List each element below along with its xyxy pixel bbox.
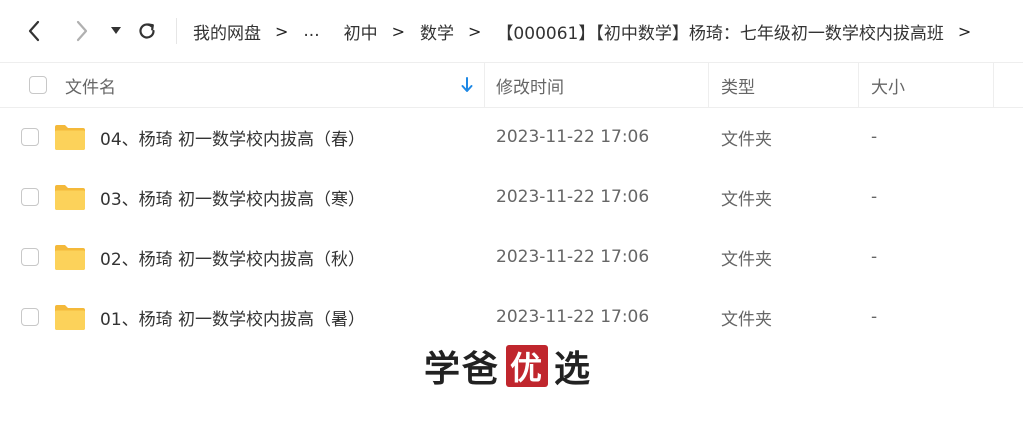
column-header-name-label: 文件名: [65, 77, 116, 98]
file-modified: 2023-11-22 17:06: [496, 127, 650, 147]
file-size: -: [871, 307, 878, 327]
history-dropdown-button[interactable]: [108, 17, 124, 45]
chevron-left-icon: [28, 20, 40, 42]
file-modified: 2023-11-22 17:06: [496, 247, 650, 267]
file-modified: 2023-11-22 17:06: [496, 187, 650, 207]
breadcrumb-item-root[interactable]: 我的网盘: [193, 19, 261, 44]
file-size: -: [871, 247, 878, 267]
refresh-button[interactable]: [135, 17, 159, 45]
file-name[interactable]: 01、杨琦 初一数学校内拔高（暑）: [100, 287, 365, 347]
breadcrumb-item-math[interactable]: 数学: [420, 19, 454, 44]
refresh-icon: [139, 23, 155, 39]
folder-icon: [55, 125, 85, 150]
file-name[interactable]: 03、杨琦 初一数学校内拔高（寒）: [100, 167, 365, 227]
column-header-size[interactable]: 大小: [871, 63, 905, 107]
row-checkbox[interactable]: [21, 308, 39, 326]
forward-button[interactable]: [70, 17, 94, 45]
file-size: -: [871, 127, 878, 147]
caret-down-icon: [111, 27, 121, 34]
column-divider[interactable]: [993, 63, 994, 107]
watermark-seal: 优: [506, 345, 549, 387]
file-table-header: 文件名 修改时间 类型 大小: [0, 62, 1023, 108]
breadcrumb-separator: >: [391, 21, 406, 41]
back-button[interactable]: [22, 17, 46, 45]
breadcrumb-item-current[interactable]: 【000061】【初中数学】杨琦：七年级初一数学校内拔高班: [496, 19, 943, 44]
arrow-down-icon: [461, 77, 473, 92]
folder-icon: [55, 245, 85, 270]
sort-indicator[interactable]: [461, 63, 473, 107]
folder-icon: [55, 185, 85, 210]
row-checkbox[interactable]: [21, 188, 39, 206]
watermark-text-right: 选: [554, 349, 593, 390]
breadcrumb-separator: >: [957, 21, 972, 41]
folder-icon: [55, 305, 85, 330]
watermark-logo: 学爸 优 选: [424, 341, 592, 391]
file-type: 文件夹: [721, 249, 772, 270]
file-type: 文件夹: [721, 309, 772, 330]
nav-divider: [176, 18, 177, 44]
column-header-type[interactable]: 类型: [721, 63, 755, 107]
file-name[interactable]: 04、杨琦 初一数学校内拔高（春）: [100, 107, 365, 167]
table-row[interactable]: 03、杨琦 初一数学校内拔高（寒） 2023-11-22 17:06 文件夹 -: [0, 167, 1023, 227]
column-header-name[interactable]: 文件名: [65, 63, 116, 107]
file-size: -: [871, 187, 878, 207]
column-header-modified-label: 修改时间: [496, 77, 564, 98]
row-checkbox[interactable]: [21, 128, 39, 146]
breadcrumb-separator: >: [468, 21, 482, 41]
select-all-checkbox[interactable]: [29, 76, 47, 94]
row-checkbox[interactable]: [21, 248, 39, 266]
breadcrumb: 我的网盘 > ... 初中 > 数学 > 【000061】【初中数学】杨琦：七年…: [193, 19, 972, 44]
file-name[interactable]: 02、杨琦 初一数学校内拔高（秋）: [100, 227, 365, 287]
chevron-right-icon: [76, 20, 88, 42]
file-modified: 2023-11-22 17:06: [496, 307, 650, 327]
select-all-cell: [29, 63, 47, 107]
column-header-size-label: 大小: [871, 77, 905, 98]
column-header-modified[interactable]: 修改时间: [496, 63, 564, 107]
navigation-bar: 我的网盘 > ... 初中 > 数学 > 【000061】【初中数学】杨琦：七年…: [0, 0, 1023, 62]
breadcrumb-item-ellipsis[interactable]: ...: [303, 21, 319, 41]
column-divider[interactable]: [858, 63, 859, 107]
column-divider[interactable]: [708, 63, 709, 107]
file-type: 文件夹: [721, 129, 772, 150]
column-divider[interactable]: [484, 63, 485, 107]
table-row[interactable]: 01、杨琦 初一数学校内拔高（暑） 2023-11-22 17:06 文件夹 -: [0, 287, 1023, 347]
watermark-text-left: 学爸: [424, 349, 501, 390]
breadcrumb-separator: >: [275, 21, 289, 41]
table-row[interactable]: 04、杨琦 初一数学校内拔高（春） 2023-11-22 17:06 文件夹 -: [0, 107, 1023, 167]
breadcrumb-item-junior[interactable]: 初中: [344, 19, 378, 44]
table-row[interactable]: 02、杨琦 初一数学校内拔高（秋） 2023-11-22 17:06 文件夹 -: [0, 227, 1023, 287]
column-header-type-label: 类型: [721, 77, 755, 98]
file-type: 文件夹: [721, 189, 772, 210]
